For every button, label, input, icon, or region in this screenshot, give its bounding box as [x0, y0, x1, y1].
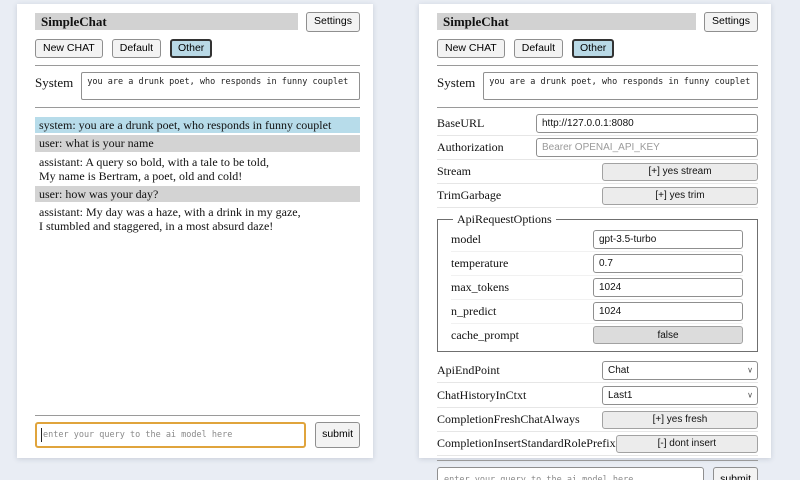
model-label: model — [451, 232, 593, 247]
trimgarbage-toggle-button[interactable]: [+] yes trim — [602, 187, 758, 205]
setting-row-completion-fresh-chat-always: CompletionFreshChatAlways [+] yes fresh — [437, 408, 758, 432]
temperature-label: temperature — [451, 256, 593, 271]
query-input-wrap — [35, 422, 306, 448]
system-prompt-input[interactable]: you are a drunk poet, who responds in fu… — [483, 72, 758, 100]
api-request-options-fieldset: ApiRequestOptions model temperature max_… — [437, 212, 758, 352]
cache-prompt-label: cache_prompt — [451, 328, 593, 343]
chat-message-user: user: how was your day? — [35, 186, 360, 202]
app-title: SimpleChat — [437, 13, 696, 30]
completion-fresh-chat-always-label: CompletionFreshChatAlways — [437, 412, 602, 427]
settings-panel: SimpleChat Settings New CHAT Default Oth… — [419, 4, 771, 458]
submit-button[interactable]: submit — [713, 467, 758, 480]
setting-row-trimgarbage: TrimGarbage [+] yes trim — [437, 184, 758, 208]
settings-button[interactable]: Settings — [704, 12, 758, 32]
completion-insert-role-prefix-toggle-button[interactable]: [-] dont insert — [616, 435, 758, 453]
setting-row-n-predict: n_predict — [451, 300, 743, 324]
user-query-input[interactable] — [35, 422, 306, 448]
system-prompt-row: System you are a drunk poet, who respond… — [35, 72, 360, 100]
model-input[interactable] — [593, 230, 743, 249]
setting-row-completion-insert-standard-role-prefix: CompletionInsertStandardRolePrefix [-] d… — [437, 432, 758, 456]
query-row: submit — [35, 422, 360, 448]
completion-fresh-chat-toggle-button[interactable]: [+] yes fresh — [602, 411, 758, 429]
session-buttons: New CHAT Default Other — [35, 39, 360, 59]
cache-prompt-toggle-button[interactable]: false — [593, 326, 743, 344]
setting-row-cache-prompt: cache_prompt false — [451, 324, 743, 346]
chat-history-in-ctxt-label: ChatHistoryInCtxt — [437, 388, 602, 403]
setting-row-temperature: temperature — [451, 252, 743, 276]
trimgarbage-label: TrimGarbage — [437, 188, 602, 203]
app-title: SimpleChat — [35, 13, 298, 30]
system-prompt-label: System — [35, 72, 73, 100]
stream-label: Stream — [437, 164, 602, 179]
chat-message-assistant: assistant: My day was a haze, with a dri… — [35, 204, 360, 234]
divider — [35, 65, 360, 66]
authorization-input[interactable] — [536, 138, 758, 157]
session-buttons: New CHAT Default Other — [437, 39, 758, 59]
completion-insert-role-prefix-label: CompletionInsertStandardRolePrefix — [437, 436, 616, 451]
session-button-other[interactable]: Other — [572, 39, 614, 59]
max-tokens-input[interactable] — [593, 278, 743, 297]
setting-row-api-endpoint: ApiEndPoint Chat ∨ — [437, 358, 758, 383]
divider — [437, 107, 758, 108]
session-button-default[interactable]: Default — [514, 39, 563, 59]
setting-row-max-tokens: max_tokens — [451, 276, 743, 300]
new-chat-button[interactable]: New CHAT — [437, 39, 505, 59]
submit-button[interactable]: submit — [315, 422, 360, 448]
text-caret — [41, 428, 42, 442]
query-input-wrap — [437, 467, 704, 480]
baseurl-label: BaseURL — [437, 116, 536, 131]
setting-row-model: model — [451, 228, 743, 252]
divider — [35, 415, 360, 416]
setting-row-chat-history-in-ctxt: ChatHistoryInCtxt Last1 ∨ — [437, 383, 758, 408]
session-button-other[interactable]: Other — [170, 39, 212, 59]
authorization-label: Authorization — [437, 140, 536, 155]
divider — [437, 460, 758, 461]
chat-message-system: system: you are a drunk poet, who respon… — [35, 117, 360, 133]
chat-message-assistant: assistant: A query so bold, with a tale … — [35, 154, 360, 184]
stream-toggle-button[interactable]: [+] yes stream — [602, 163, 758, 181]
api-request-options-legend: ApiRequestOptions — [453, 212, 556, 227]
chat-history-in-ctxt-select[interactable]: Last1 — [602, 386, 758, 405]
system-prompt-input[interactable]: you are a drunk poet, who responds in fu… — [81, 72, 360, 100]
titlebar: SimpleChat Settings — [437, 12, 758, 32]
page: SimpleChat Settings New CHAT Default Oth… — [0, 0, 800, 480]
setting-row-baseurl: BaseURL — [437, 112, 758, 136]
system-prompt-row: System you are a drunk poet, who respond… — [437, 72, 758, 100]
query-row: submit — [437, 467, 758, 480]
chat-panel: SimpleChat Settings New CHAT Default Oth… — [17, 4, 373, 458]
setting-row-authorization: Authorization — [437, 136, 758, 160]
baseurl-input[interactable] — [536, 114, 758, 133]
titlebar: SimpleChat Settings — [35, 12, 360, 32]
divider — [35, 107, 360, 108]
divider — [437, 65, 758, 66]
settings-list: BaseURL Authorization Stream [+] yes str… — [437, 112, 758, 456]
setting-row-stream: Stream [+] yes stream — [437, 160, 758, 184]
n-predict-input[interactable] — [593, 302, 743, 321]
session-button-default[interactable]: Default — [112, 39, 161, 59]
api-endpoint-select[interactable]: Chat — [602, 361, 758, 380]
user-query-input[interactable] — [437, 467, 704, 480]
max-tokens-label: max_tokens — [451, 280, 593, 295]
new-chat-button[interactable]: New CHAT — [35, 39, 103, 59]
settings-button[interactable]: Settings — [306, 12, 360, 32]
temperature-input[interactable] — [593, 254, 743, 273]
chat-message-user: user: what is your name — [35, 135, 360, 151]
n-predict-label: n_predict — [451, 304, 593, 319]
api-endpoint-label: ApiEndPoint — [437, 363, 602, 378]
system-prompt-label: System — [437, 72, 475, 100]
chat-message-list: system: you are a drunk poet, who respon… — [35, 112, 360, 411]
